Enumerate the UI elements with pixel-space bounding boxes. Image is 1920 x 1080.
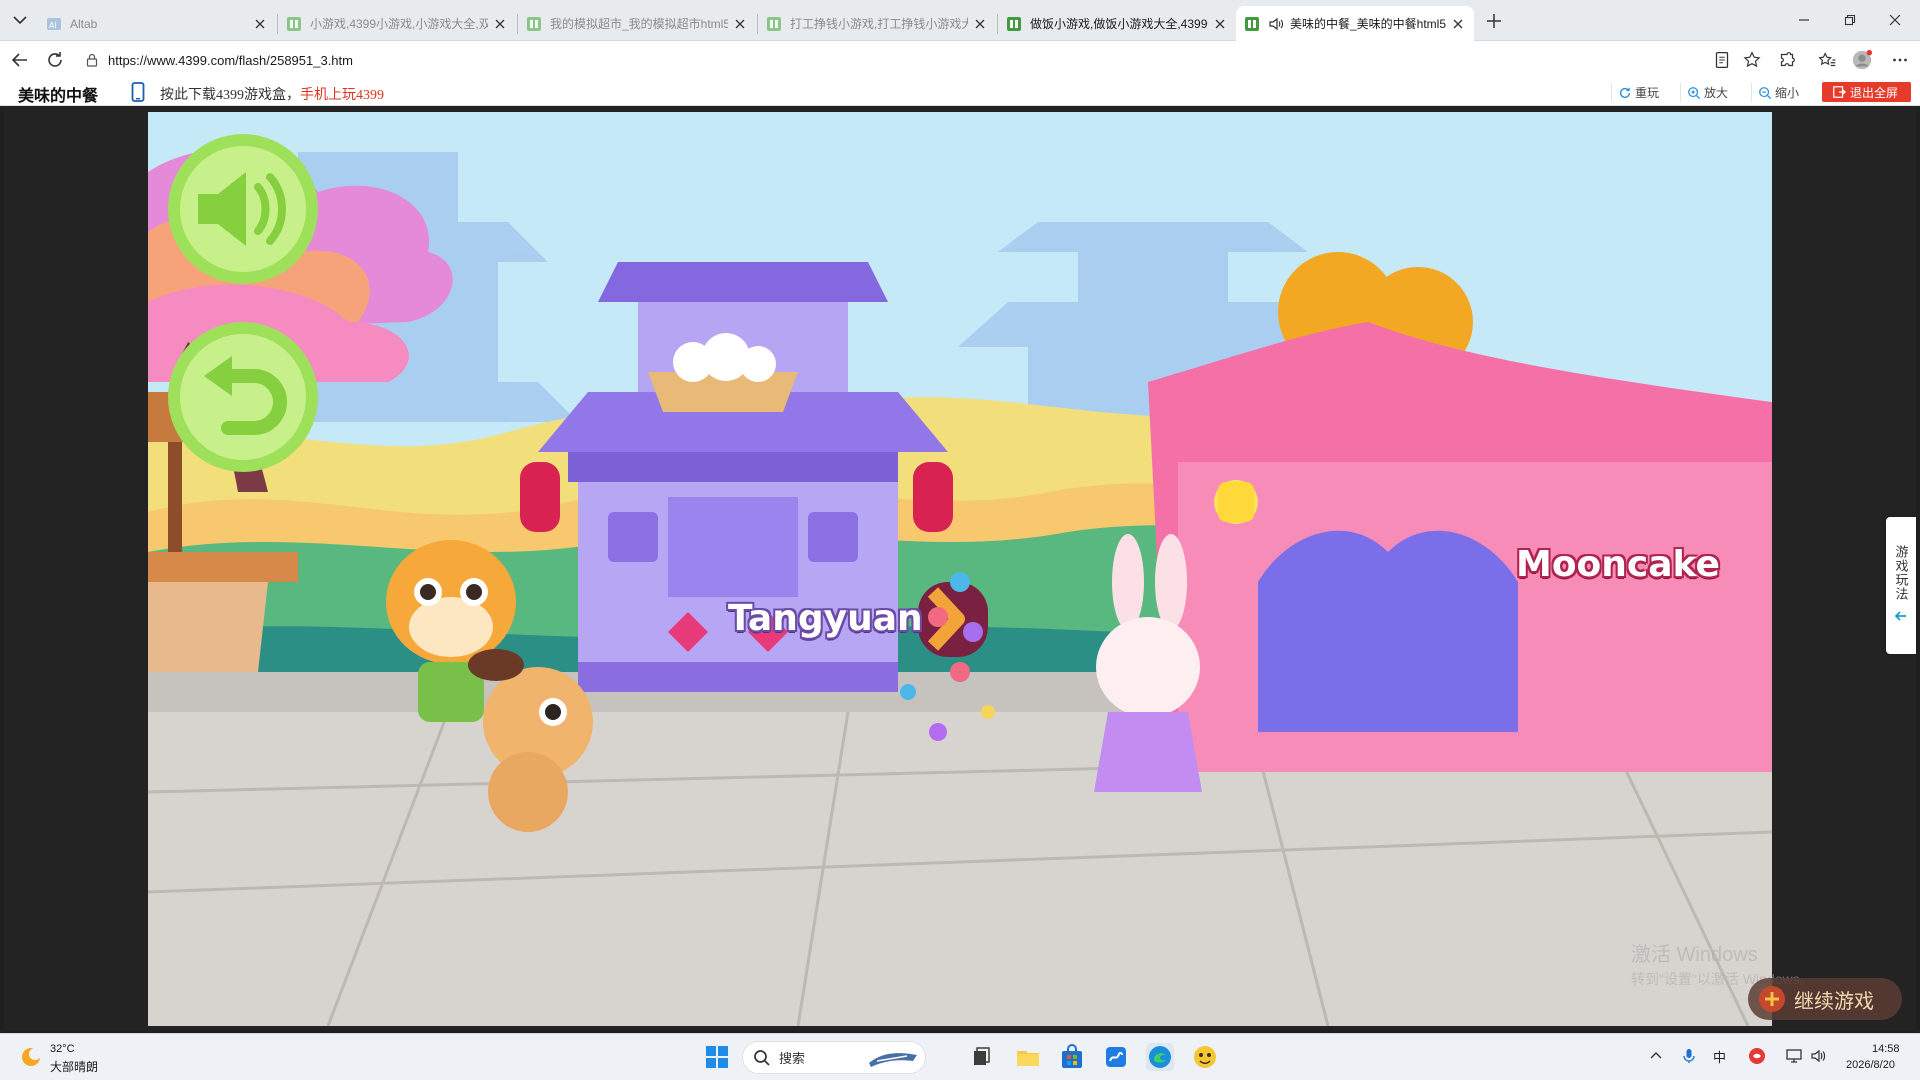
speaker-icon[interactable] [1268,16,1284,32]
site-toolbar: 美味的中餐 按此下载4399游戏盒，手机上玩4399 重玩 放大 缩小 退出全屏 [0,79,1920,106]
close-tab-icon[interactable] [1212,16,1228,32]
4399-favicon [1007,16,1021,31]
profile-avatar-icon[interactable] [1851,49,1873,71]
tab-strip: AI Altab 小游戏,4399小游戏,小游戏大全,双 我的模拟超市_我的模拟… [0,0,1920,41]
restore-icon[interactable] [1838,8,1862,32]
sound-button[interactable] [166,132,320,286]
tab-title: 打工挣钱小游戏,打工挣钱小游戏大 [790,17,968,31]
continue-game-button[interactable]: 继续游戏 [1748,978,1902,1020]
continue-game-label: 继续游戏 [1794,990,1874,1013]
weather-temperature[interactable]: 32°C [50,1043,75,1055]
zoom-out-label: 缩小 [1775,86,1800,100]
weather-description[interactable]: 大部晴朗 [50,1058,98,1075]
url-text[interactable]: https://www.4399.com/flash/258951_3.htm [108,53,353,68]
refresh-icon[interactable] [43,48,67,72]
input-method-indicator[interactable]: 中 [1713,1047,1726,1066]
replay-label: 重玩 [1635,86,1660,100]
how-to-play-label: 游戏玩法 [1893,545,1909,601]
close-window-icon[interactable] [1883,8,1907,32]
phone-icon[interactable] [131,82,145,102]
close-tab-icon[interactable] [972,16,988,32]
more-options-icon[interactable] [1889,49,1911,71]
clock-date[interactable]: 2026/8/20 [1846,1059,1895,1071]
close-tab-icon[interactable] [492,16,508,32]
4399-favicon [527,16,541,31]
favorites-list-icon[interactable] [1816,49,1838,71]
tangyuan-label: Tangyuan [728,598,923,639]
whiteboard-app-icon[interactable] [1101,1042,1131,1072]
windows-taskbar: 32°C 大部晴朗 搜索 中 14:58 2026/8/20 [0,1033,1920,1080]
exit-icon [1833,86,1846,98]
zoom-out-icon [1759,86,1772,99]
security-app-icon[interactable] [1748,1047,1766,1065]
windows-start-icon[interactable] [702,1042,732,1072]
game-canvas[interactable]: Tangyuan Mooncake [148,112,1772,1026]
address-bar[interactable]: https://www.4399.com/flash/258951_3.htm [78,45,1758,75]
back-button[interactable] [166,320,320,474]
lock-icon[interactable] [84,52,100,68]
watermark-title: 激活 Windows [1631,944,1758,966]
extensions-icon[interactable] [1776,49,1798,71]
search-placeholder: 搜索 [779,1051,806,1066]
clock-time[interactable]: 14:58 [1872,1043,1900,1055]
4399-favicon [767,16,781,31]
tab-cooking[interactable]: 做饭小游戏,做饭小游戏大全,4399做 [998,6,1236,41]
tab-work-money[interactable]: 打工挣钱小游戏,打工挣钱小游戏大 [758,6,996,41]
zoom-in-icon [1688,86,1701,99]
svg-text:AI: AI [49,21,57,30]
game-title: 美味的中餐 [18,88,99,105]
zoom-in-label: 放大 [1704,86,1729,100]
close-tab-icon[interactable] [732,16,748,32]
replay-icon [1619,87,1631,98]
4399-favicon [287,16,301,31]
game-app-icon[interactable] [1190,1042,1220,1072]
exit-fullscreen-label: 退出全屏 [1850,85,1899,100]
zoom-out-button[interactable]: 缩小 [1751,83,1805,102]
back-arrow-icon[interactable] [8,48,32,72]
tab-title: 美味的中餐_美味的中餐html5 [1290,17,1446,31]
reading-view-icon[interactable] [1711,49,1733,71]
task-view-icon[interactable] [967,1042,997,1072]
network-icon[interactable] [1785,1047,1803,1065]
microsoft-store-icon[interactable] [1057,1042,1087,1072]
zoom-in-button[interactable]: 放大 [1680,83,1734,102]
promo-highlight[interactable]: 手机上玩4399 [300,88,384,103]
taskbar-search-box[interactable]: 搜索 [742,1041,926,1074]
tab-actions-chevron-icon[interactable] [8,8,32,32]
tab-4399-home[interactable]: 小游戏,4399小游戏,小游戏大全,双 [278,6,516,41]
tab-title: 我的模拟超市_我的模拟超市html5 [550,17,728,31]
arrow-left-icon [1894,611,1906,621]
navigation-bar: https://www.4399.com/flash/258951_3.htm [0,41,1920,79]
edge-browser-icon[interactable] [1145,1042,1175,1072]
new-tab-plus-icon[interactable] [1482,9,1506,33]
microphone-icon[interactable] [1680,1047,1698,1065]
4399-favicon [1245,16,1259,31]
tab-chinese-food-active[interactable]: 美味的中餐_美味的中餐html5 [1236,6,1474,41]
chinese-knot-icon [1759,986,1785,1012]
exit-fullscreen-button[interactable]: 退出全屏 [1822,82,1911,102]
search-highlight-image [869,1053,917,1067]
how-to-play-side-tab[interactable]: 游戏玩法 [1886,517,1916,654]
altab-icon: AI [47,17,61,30]
tab-supermarket[interactable]: 我的模拟超市_我的模拟超市html5 [518,6,756,41]
show-hidden-icons-chevron-icon[interactable] [1647,1047,1665,1065]
close-tab-icon[interactable] [1450,16,1466,32]
file-explorer-icon[interactable] [1013,1042,1043,1072]
minimize-icon[interactable] [1792,8,1816,32]
mooncake-label: Mooncake [1516,544,1720,585]
tab-title: 做饭小游戏,做饭小游戏大全,4399做 [1030,17,1208,31]
weather-sun-icon[interactable] [18,1044,44,1070]
download-promo-link[interactable]: 按此下载4399游戏盒，手机上玩4399 [160,84,384,104]
search-icon [754,1049,770,1066]
promo-text: 按此下载4399游戏盒， [160,88,300,103]
tab-title: 小游戏,4399小游戏,小游戏大全,双 [310,17,488,31]
replay-button[interactable]: 重玩 [1611,83,1665,102]
tab-altab[interactable]: AI Altab [38,6,276,41]
volume-icon[interactable] [1810,1047,1828,1065]
favorite-star-icon[interactable] [1741,49,1763,71]
close-tab-icon[interactable] [252,16,268,32]
tab-title: Altab [70,16,98,31]
